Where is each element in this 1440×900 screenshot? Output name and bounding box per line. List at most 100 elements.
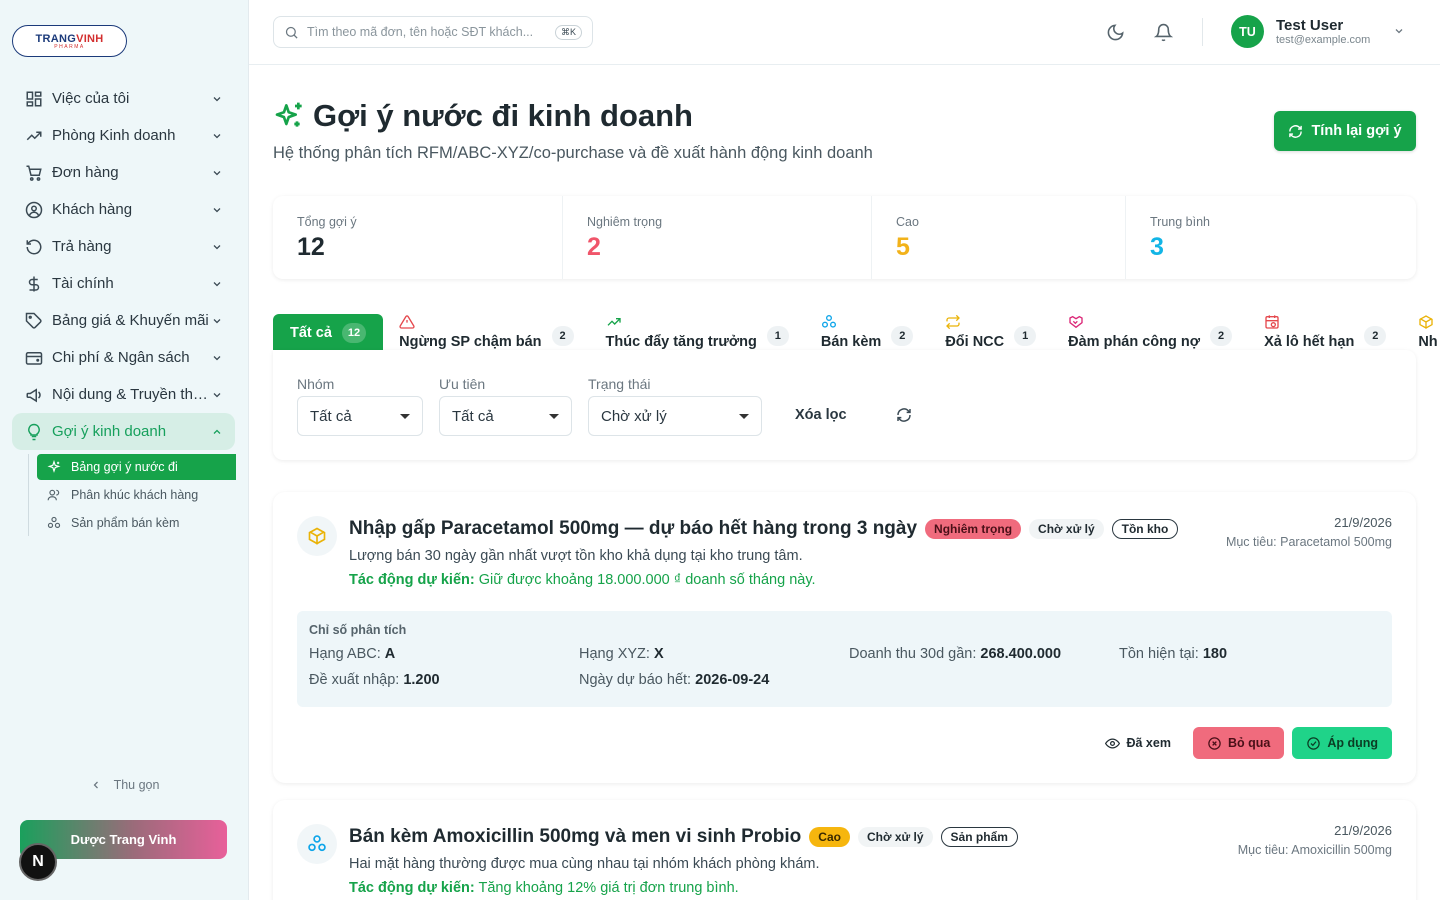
sidebar-item-pricing[interactable]: Bảng giá & Khuyến mãi: [12, 302, 235, 339]
tab-label: Tất cả: [290, 325, 332, 341]
tab-discontinue-slow[interactable]: Ngừng SP chậm bán 2: [383, 314, 589, 352]
status-badge: Chờ xử lý: [1029, 519, 1104, 539]
priority-select-value: Tất cả: [452, 407, 494, 425]
caret-down-icon: [549, 413, 559, 419]
collapse-sidebar-button[interactable]: Thu gọn: [0, 778, 249, 792]
impact-label: Tác động dự kiến:: [349, 572, 475, 588]
stat-total: Tổng gợi ý 12: [273, 196, 563, 279]
metric-label: Ngày dự báo hết:: [579, 672, 692, 688]
status-select[interactable]: Chờ xử lý: [588, 396, 762, 436]
sidebar-item-returns[interactable]: Trả hàng: [12, 228, 235, 265]
brand-logo[interactable]: TRANGVINH PHARMA: [12, 25, 127, 57]
tab-count: 1: [766, 326, 789, 346]
stat-value: 5: [896, 233, 910, 261]
card-impact: Tác động dự kiến: Giữ được khoảng 18.000…: [349, 572, 816, 588]
sidebar-item-my-tasks[interactable]: Việc của tôi: [12, 80, 235, 117]
check-circle-icon: [1307, 736, 1321, 750]
sidebar-subitem-suggestion-board[interactable]: Bảng gợi ý nước đi: [37, 454, 236, 480]
impact-text: Giữ được khoảng 18.000.000 ₫ doanh số th…: [474, 572, 816, 588]
sparkles-icon: [275, 102, 302, 127]
stat-medium: Trung bình 3: [1126, 196, 1416, 279]
filter-status-label: Trạng thái: [588, 376, 651, 392]
tab-count: 1: [1014, 326, 1037, 346]
filter-priority: Ưu tiên Tất cả: [439, 376, 572, 436]
notifications-button[interactable]: [1152, 21, 1174, 43]
trending-up-icon: [24, 126, 44, 146]
wallet-icon: [24, 348, 44, 368]
recalculate-button[interactable]: Tính lại gợi ý: [1274, 111, 1416, 151]
tab-all[interactable]: Tất cả 12: [273, 314, 384, 352]
avatar-initials: TU: [1239, 24, 1256, 39]
category-tabs: Tất cả 12 Ngừng SP chậm bán 2 Thúc đẩy t…: [273, 312, 1440, 352]
tab-growth[interactable]: Thúc đẩy tăng trưởng 1: [590, 314, 805, 352]
metric-suggested-order: Đề xuất nhập: 1.200: [309, 672, 579, 688]
sidebar-item-customers[interactable]: Khách hàng: [12, 191, 235, 228]
package-icon: [1418, 314, 1434, 330]
status-badge: Chờ xử lý: [857, 827, 933, 847]
moon-icon: [1107, 23, 1124, 40]
package-icon: [297, 516, 337, 556]
user-menu-chevron-icon[interactable]: [1393, 24, 1405, 42]
tab-count: 2: [891, 326, 914, 346]
stat-critical: Nghiêm trọng 2: [563, 196, 872, 279]
tab-change-supplier[interactable]: Đổi NCC 1: [929, 314, 1052, 352]
sidebar-item-content[interactable]: Nội dung & Truyền thông: [12, 376, 235, 413]
mark-seen-button[interactable]: Đã xem: [1091, 727, 1184, 759]
recalculate-label: Tính lại gợi ý: [1311, 123, 1402, 139]
bell-icon: [1153, 23, 1173, 41]
sidebar-item-orders[interactable]: Đơn hàng: [12, 154, 235, 191]
sidebar-item-expenses[interactable]: Chi phí & Ngân sách: [12, 339, 235, 376]
sidebar-item-business-suggestions[interactable]: Gợi ý kinh doanh: [12, 413, 235, 450]
sidebar-item-label: Chi phí & Ngân sách: [52, 349, 190, 366]
group-select[interactable]: Tất cả: [297, 396, 423, 436]
skip-button[interactable]: Bỏ qua: [1192, 727, 1285, 759]
company-banner-label: Dược Trang Vinh: [70, 832, 177, 847]
chevron-down-icon: [211, 130, 225, 142]
filter-group: Nhóm Tất cả: [297, 376, 423, 436]
theme-toggle-button[interactable]: [1104, 21, 1126, 43]
skip-label: Bỏ qua: [1227, 736, 1271, 750]
user-name[interactable]: Test User: [1276, 17, 1343, 34]
card-target: Mục tiêu: Amoxicillin 500mg: [1237, 843, 1392, 857]
tab-clear-expiring[interactable]: Xả lô hết hạn 2: [1248, 314, 1402, 352]
sidebar-subitem-cross-sell[interactable]: Sản phẩm bán kèm: [37, 510, 235, 536]
refresh-filters-button[interactable]: [896, 407, 912, 428]
metric-revenue-30d: Doanh thu 30d gần: 268.400.000: [849, 646, 1119, 662]
tab-debt-negotiation[interactable]: Đàm phán công nợ 2: [1052, 314, 1248, 352]
card-date: 21/9/2026: [1334, 515, 1392, 530]
sidebar-item-sales[interactable]: Phòng Kinh doanh: [12, 117, 235, 154]
chevron-down-icon: [211, 93, 225, 105]
priority-select[interactable]: Tất cả: [439, 396, 572, 436]
sidebar-item-label: Gợi ý kinh doanh: [52, 423, 167, 440]
handshake-icon: [1068, 314, 1084, 330]
sidebar-item-finance[interactable]: Tài chính: [12, 265, 235, 302]
trending-up-icon: [606, 314, 622, 330]
avatar[interactable]: TU: [1231, 15, 1264, 48]
suggestion-card: Bán kèm Amoxicillin 500mg và men vi sinh…: [273, 800, 1416, 900]
apply-button[interactable]: Áp dụng: [1292, 727, 1392, 759]
stat-value: 12: [297, 233, 325, 261]
sidebar-item-label: Việc của tôi: [52, 90, 130, 107]
chevron-down-icon: [211, 167, 225, 179]
card-title-row: Nhập gấp Paracetamol 500mg — dự báo hết …: [349, 518, 1179, 540]
search-input[interactable]: Tìm theo mã đơn, tên hoặc SĐT khách... ⌘…: [273, 16, 593, 48]
sidebar-subitem-label: Bảng gợi ý nước đi: [71, 460, 178, 474]
tab-more[interactable]: Nh: [1402, 314, 1440, 352]
sidebar-item-label: Nội dung & Truyền thông: [52, 386, 211, 403]
chevron-down-icon: [211, 315, 225, 327]
tag-icon: [24, 311, 44, 331]
stats-panel: Tổng gợi ý 12 Nghiêm trọng 2 Cao 5 Trung…: [273, 196, 1416, 279]
dollar-icon: [24, 274, 44, 294]
tab-count: 12: [341, 323, 367, 343]
clear-filters-button[interactable]: Xóa lọc: [795, 407, 847, 423]
sidebar-subitem-customer-segments[interactable]: Phân khúc khách hàng: [37, 482, 235, 508]
card-description: Lượng bán 30 ngày gần nhất vượt tồn kho …: [349, 548, 803, 564]
tab-cross-sell[interactable]: Bán kèm 2: [805, 314, 929, 352]
alert-triangle-icon: [399, 314, 415, 330]
metric-label: Đề xuất nhập:: [309, 672, 400, 688]
sidebar-subnav: Bảng gợi ý nước đi Phân khúc khách hàng …: [28, 454, 236, 536]
page-title-row: Gợi ý nước đi kinh doanh: [273, 98, 693, 134]
stat-value: 2: [587, 233, 601, 261]
assistant-badge[interactable]: N: [19, 843, 57, 881]
group-select-value: Tất cả: [310, 407, 352, 425]
